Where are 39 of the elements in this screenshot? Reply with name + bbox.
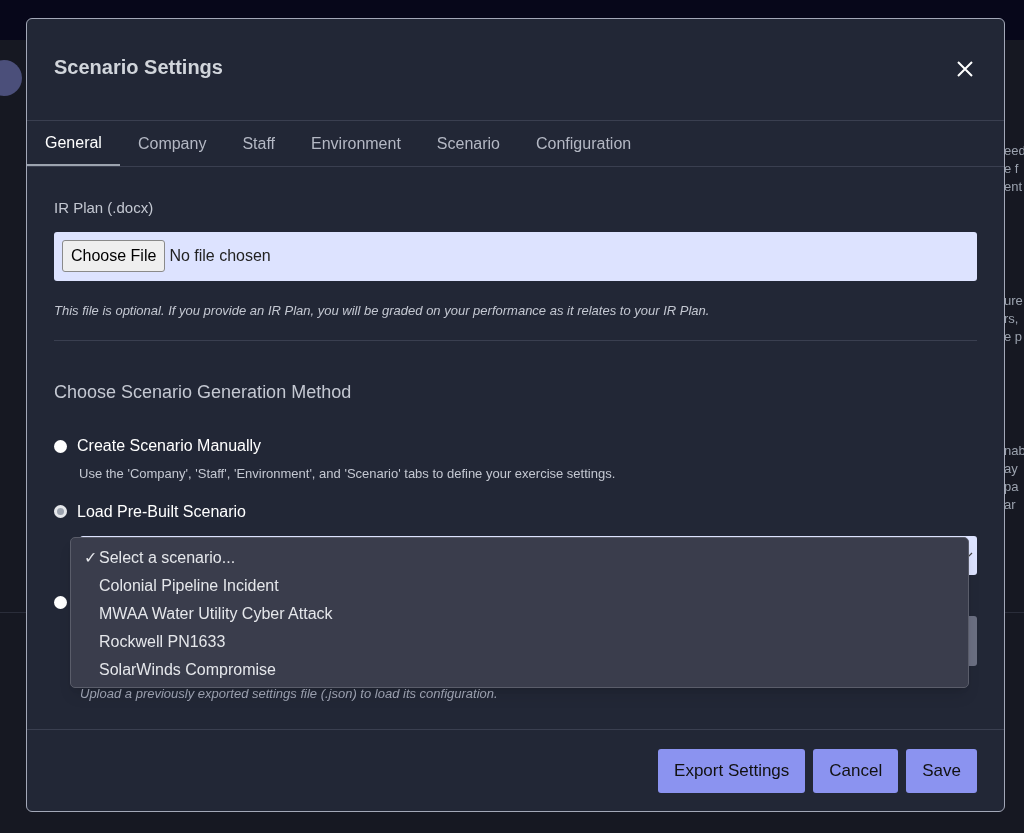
background-text: rs, [1004,310,1020,328]
file-input[interactable]: Choose File No file chosen [54,231,977,281]
dropdown-option[interactable]: MWAA Water Utility Cyber Attack [99,601,333,626]
dialog-button[interactable]: Save [906,748,977,793]
background-text: e p [1004,328,1024,346]
dialog-title: Scenario Settings [54,55,223,80]
background-text: ure [1004,292,1024,310]
tab[interactable]: General [27,121,120,166]
background-text: eed [1004,142,1024,160]
tab[interactable]: Staff [224,121,294,166]
background-text: e f [1004,160,1020,178]
dialog-button[interactable]: Export Settings [658,748,806,793]
dropdown-option[interactable]: Rockwell PN1633 [99,629,226,654]
background-text: pa [1004,478,1020,496]
tab[interactable]: Environment [293,121,419,166]
dropdown-option[interactable]: Select a scenario... [99,545,236,570]
tab[interactable]: Configuration [518,121,650,166]
field-label: IR Plan (.docx) [54,198,155,218]
file-status: No file chosen [169,246,271,266]
option-description: Use the 'Company', 'Staff', 'Environment', and 'Scenario' tabs to define your exercise settings. [79,465,617,483]
radio-button[interactable] [54,596,67,609]
dialog-button[interactable]: Cancel [813,748,899,793]
dropdown-option[interactable]: SolarWinds Compromise [99,657,276,682]
section-heading: Choose Scenario Generation Method [54,381,353,404]
radio-button[interactable] [54,439,67,453]
dropdown-option[interactable]: Colonial Pipeline Incident [99,573,279,598]
background-text: ay [1004,460,1019,478]
tab[interactable]: Scenario [418,121,518,166]
close-icon[interactable] [957,61,973,77]
choose-file-button[interactable]: Choose File [62,240,166,272]
radio-button[interactable] [54,505,67,518]
radio-label: Create Scenario Manually [77,436,262,456]
radio-label: Load Pre-Built Scenario [77,501,246,522]
background-text: ent [1004,178,1024,196]
background-text: ar [1004,496,1017,514]
help-text: Upload a previously exported settings file (.json) to load its configuration. [80,684,499,703]
checkmark: ✓ [84,547,97,568]
tab[interactable]: Company [119,121,225,166]
help-text: This file is optional. If you provide an IR Plan, you will be graded on your performance as it relates to your IR Plan. [54,301,711,320]
